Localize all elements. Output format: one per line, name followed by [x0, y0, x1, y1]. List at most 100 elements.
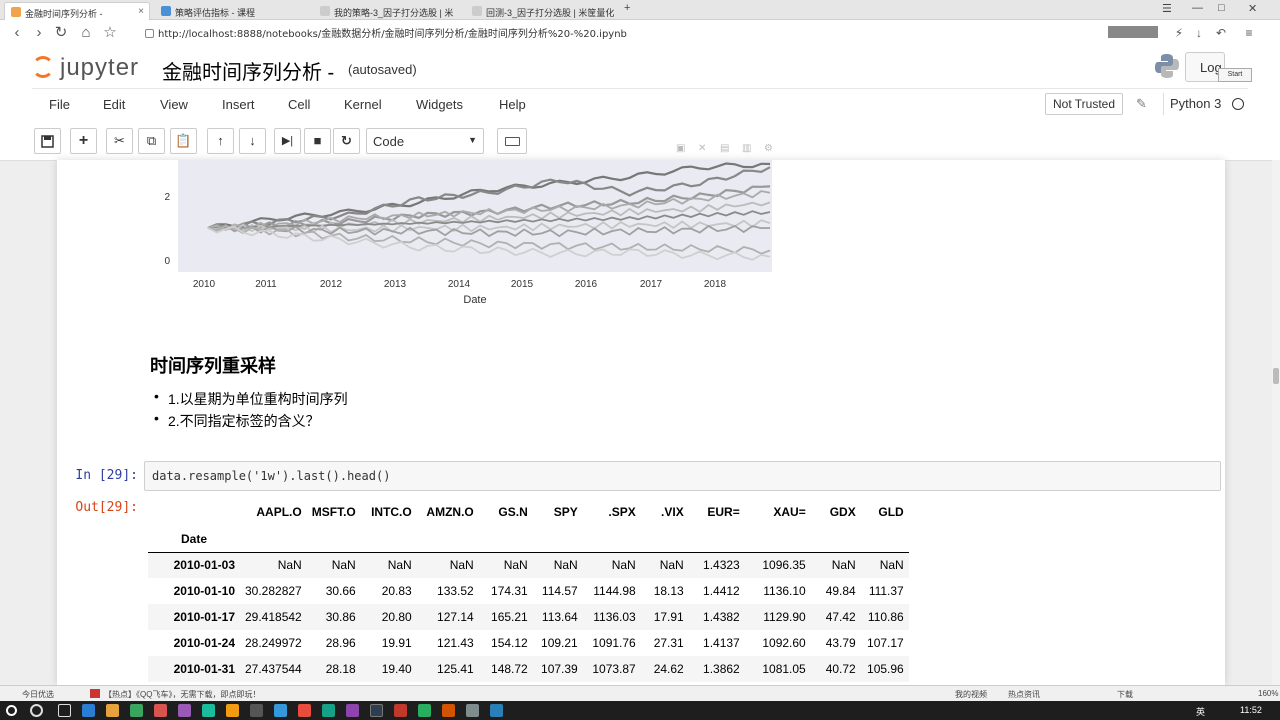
edit-pencil-icon[interactable]: ✎	[1136, 96, 1147, 112]
start-icon[interactable]	[6, 705, 17, 716]
table-cell: 17.91	[653, 610, 684, 624]
task-view-icon[interactable]	[58, 704, 71, 717]
status-news[interactable]: 【热点】《QQ飞车》，无需下载，即点即玩！	[104, 689, 260, 700]
maximize-icon[interactable]: □	[1218, 2, 1225, 14]
os-taskbar: 英 11:52	[0, 701, 1280, 720]
taskbar-app-icon[interactable]	[490, 704, 503, 717]
status-video[interactable]: 我的视频	[955, 689, 987, 700]
taskbar-app-icon[interactable]	[370, 704, 383, 717]
tab-label: 我的策略-3_因子打分选股 | 米	[334, 8, 454, 18]
restart-kernel-icon[interactable]: ↻	[333, 128, 360, 154]
status-left[interactable]: 今日优选	[22, 689, 54, 700]
cut-icon[interactable]: ✂	[106, 128, 133, 154]
insert-cell-icon[interactable]: +	[70, 128, 97, 154]
taskbar-app-icon[interactable]	[298, 704, 311, 717]
widget-icon[interactable]: ▤	[720, 143, 729, 154]
header-row: AAPL.O MSFT.O INTC.O AMZN.O GS.N SPY .SPX .VIX E…	[148, 498, 909, 526]
new-tab-button[interactable]: +	[624, 2, 630, 14]
menu-view[interactable]: View	[160, 97, 188, 112]
move-down-icon[interactable]: ↓	[239, 128, 266, 154]
menu-help[interactable]: Help	[499, 97, 526, 112]
tab-backtest[interactable]: 回测-3_因子打分选股 | 米筐量化	[466, 2, 618, 20]
widget-icon[interactable]: ▣	[676, 143, 685, 154]
taskbar-app-icon[interactable]	[82, 704, 95, 717]
widget-icon[interactable]: ▥	[742, 143, 751, 154]
cell-type-value: Code	[373, 134, 405, 149]
table-cell: 165.21	[491, 610, 528, 624]
home-icon[interactable]: ⌂	[77, 24, 95, 42]
save-icon[interactable]	[34, 128, 61, 154]
menu-kernel[interactable]: Kernel	[344, 97, 382, 112]
cell-type-select[interactable]: Code ▼	[366, 128, 484, 154]
taskbar-app-icon[interactable]	[442, 704, 455, 717]
scrollbar-thumb[interactable]	[1273, 368, 1279, 384]
tab-strategy-eval[interactable]: 策略评估指标 - 课程	[155, 2, 315, 20]
code-text[interactable]: data.resample('1w').last().head()	[152, 469, 390, 483]
taskbar-app-icon[interactable]	[226, 704, 239, 717]
paste-icon[interactable]: 📋	[170, 128, 197, 154]
taskbar-app-icon[interactable]	[346, 704, 359, 717]
taskbar-app-icon[interactable]	[178, 704, 191, 717]
notebook-toolbar: + ✂ ⧉ 📋 ↑ ↓ ▶| ■ ↻	[32, 124, 1248, 158]
taskbar-app-icon[interactable]	[466, 704, 479, 717]
not-trusted-button[interactable]: Not Trusted	[1045, 93, 1123, 115]
column-header: .SPX	[608, 505, 636, 519]
taskbar-app-icon[interactable]	[274, 704, 287, 717]
vertical-scrollbar[interactable]	[1272, 160, 1280, 685]
status-hot[interactable]: 热点资讯	[1008, 689, 1040, 700]
bookmark-star-icon[interactable]: ☆	[101, 24, 119, 42]
taskbar-app-icon[interactable]	[322, 704, 335, 717]
undo-icon[interactable]: ↶	[1212, 24, 1230, 42]
forward-icon[interactable]: ›	[30, 24, 48, 42]
tab-my-strategy[interactable]: 我的策略-3_因子打分选股 | 米	[314, 2, 464, 20]
status-zoom[interactable]: 160%	[1258, 689, 1278, 698]
status-download[interactable]: 下载	[1117, 689, 1133, 700]
taskbar-app-icon[interactable]	[106, 704, 119, 717]
taskbar-app-icon[interactable]	[130, 704, 143, 717]
table-cell: 30.66	[325, 584, 356, 598]
taskbar-app-icon[interactable]	[250, 704, 263, 717]
jupyter-logo[interactable]: jupyter	[30, 52, 145, 82]
code-cell-editor[interactable]: data.resample('1w').last().head()	[144, 461, 1221, 491]
back-icon[interactable]: ‹	[8, 24, 26, 42]
taskbar-app-icon[interactable]	[154, 704, 167, 717]
interrupt-kernel-icon[interactable]: ■	[304, 128, 331, 154]
cortana-icon[interactable]	[30, 704, 43, 717]
command-palette-button[interactable]	[497, 128, 527, 154]
ime-indicator[interactable]: 英	[1196, 705, 1205, 718]
reload-icon[interactable]: ↻	[52, 24, 70, 42]
notebook-title[interactable]: 金融时间序列分析 -	[162, 56, 334, 85]
close-window-icon[interactable]: ✕	[1248, 2, 1257, 15]
row-index: 2010-01-03	[173, 558, 235, 573]
move-up-icon[interactable]: ↑	[207, 128, 234, 154]
extension-icon[interactable]: ⚡	[1170, 24, 1188, 42]
menu-file[interactable]: File	[49, 97, 70, 112]
table-cell: 1096.35	[762, 558, 806, 573]
menu-cell[interactable]: Cell	[288, 97, 310, 112]
table-cell: 110.86	[867, 610, 904, 624]
menu-edit[interactable]: Edit	[103, 97, 125, 112]
taskbar-clock[interactable]: 11:52	[1240, 705, 1262, 715]
url-field[interactable]: http://localhost:8888/notebooks/金融数据分析/金…	[145, 25, 627, 40]
table-cell: 113.64	[541, 610, 578, 624]
widget-icon[interactable]: ⚙	[764, 143, 773, 154]
table-cell: NaN	[553, 558, 578, 573]
extension-icon[interactable]	[1108, 26, 1158, 38]
tabs-menu-icon[interactable]: ☰	[1162, 2, 1172, 15]
run-cell-icon[interactable]: ▶|	[274, 128, 301, 154]
minimize-icon[interactable]: —	[1192, 2, 1203, 14]
menu-icon[interactable]: ≡	[1240, 24, 1258, 42]
widget-icon[interactable]: ✕	[698, 143, 706, 154]
taskbar-app-icon[interactable]	[394, 704, 407, 717]
download-icon[interactable]: ↓	[1190, 24, 1208, 42]
menu-insert[interactable]: Insert	[222, 97, 255, 112]
menu-widgets[interactable]: Widgets	[416, 97, 463, 112]
taskbar-app-icon[interactable]	[202, 704, 215, 717]
taskbar-app-icon[interactable]	[418, 704, 431, 717]
table-row: 2010-01-10 30.282827 30.66 20.83 133.52 174.3…	[148, 578, 909, 604]
copy-icon[interactable]: ⧉	[138, 128, 165, 154]
close-tab-icon[interactable]: ×	[138, 6, 144, 17]
tab-favicon	[320, 6, 330, 16]
jupyter-logo-icon	[32, 56, 54, 78]
tab-notebook[interactable]: 金融时间序列分析 - ×	[4, 2, 150, 20]
